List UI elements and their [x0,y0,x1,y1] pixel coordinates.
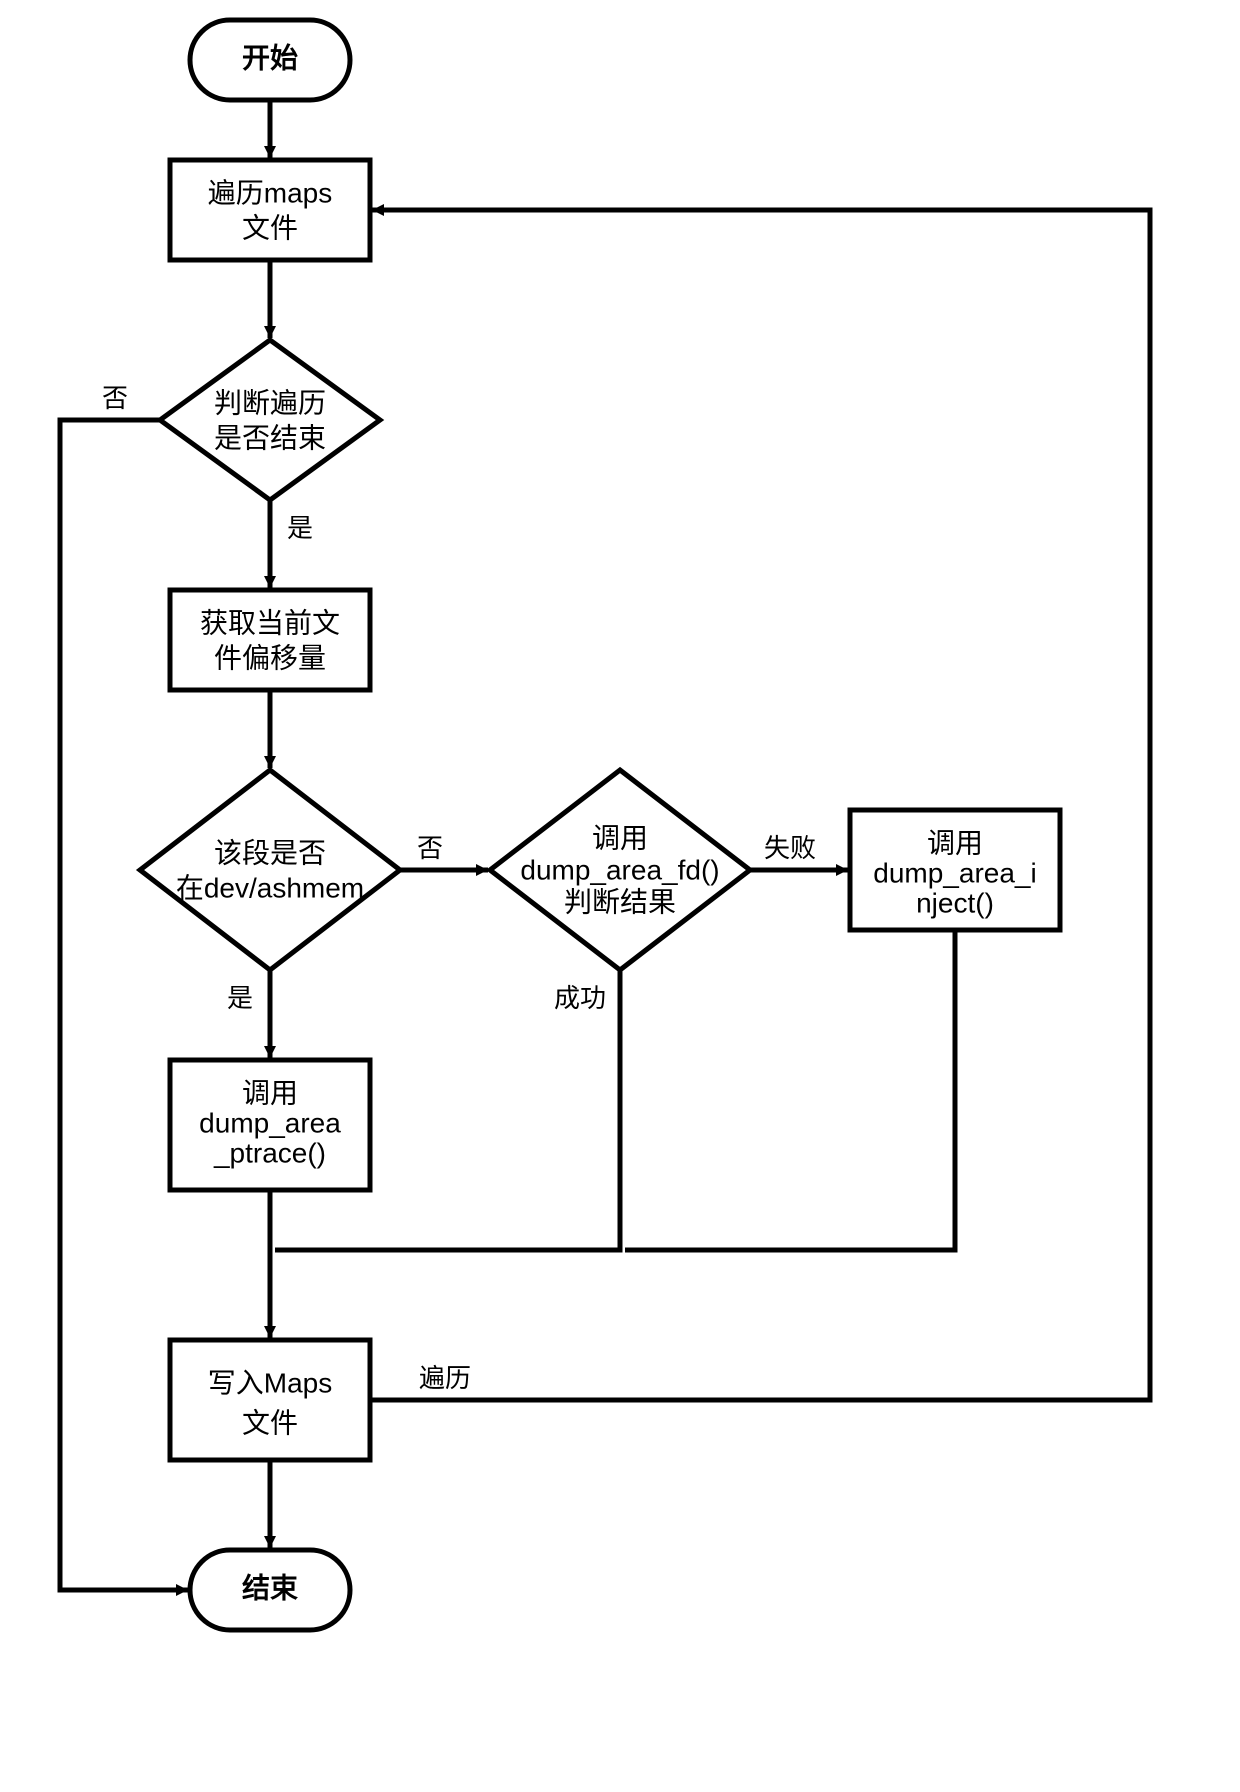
check-end-node: 判断遍历 是否结束 [160,340,380,500]
dump-fd-label-1: 调用 [592,822,648,853]
start-label: 开始 [242,42,298,73]
start-node: 开始 [190,20,350,100]
write-maps-node: 写入Maps 文件 [170,1340,370,1460]
write-maps-label-2: 文件 [242,1407,298,1438]
write-maps-label-1: 写入Maps [208,1367,332,1398]
end-label: 结束 [242,1572,298,1603]
check-ashmem-label-2: 在dev/ashmem [176,872,364,903]
dump-fd-node: 调用 dump_area_fd() 判断结果 [490,770,750,970]
check-end-label-2: 是否结束 [214,422,326,453]
dump-ptrace-label-1: 调用 [242,1077,298,1108]
get-offset-label-2: 件偏移量 [214,642,326,673]
check-end-label-1: 判断遍历 [214,387,326,418]
check-ashmem-label-1: 该段是否 [214,837,326,868]
traverse-label-2: 文件 [242,212,298,243]
edge-no-label-1: 否 [102,383,128,413]
dump-inject-node: 调用 dump_area_i nject() [850,810,1060,930]
dump-ptrace-label-3: _ptrace() [213,1137,326,1168]
edge-no-label-2: 否 [417,833,443,863]
edge-yes-label-2: 是 [227,983,253,1013]
get-offset-label-1: 获取当前文 [200,607,340,638]
get-offset-node: 获取当前文 件偏移量 [170,590,370,690]
dump-inject-label-2: dump_area_i [873,857,1036,888]
flowchart-diagram: 开始 遍历maps 文件 判断遍历 是否结束 否 是 获取当前文 件偏移量 该段… [0,0,1240,1792]
edge-yes-label-1: 是 [287,513,313,543]
check-ashmem-node: 该段是否 在dev/ashmem [140,770,400,970]
dump-fd-label-2: dump_area_fd() [520,854,719,885]
traverse-node: 遍历maps 文件 [170,160,370,260]
dump-inject-label-1: 调用 [927,827,983,858]
dump-fd-label-3: 判断结果 [564,886,676,917]
traverse-label-1: 遍历maps [208,177,332,208]
edge-success-label: 成功 [554,983,606,1013]
edge-loop-label: 遍历 [419,1363,471,1393]
end-node: 结束 [190,1550,350,1630]
dump-ptrace-label-2: dump_area [199,1107,341,1138]
dump-inject-label-3: nject() [916,887,994,918]
dump-ptrace-node: 调用 dump_area _ptrace() [170,1060,370,1190]
edge-fail-label: 失败 [764,833,816,863]
